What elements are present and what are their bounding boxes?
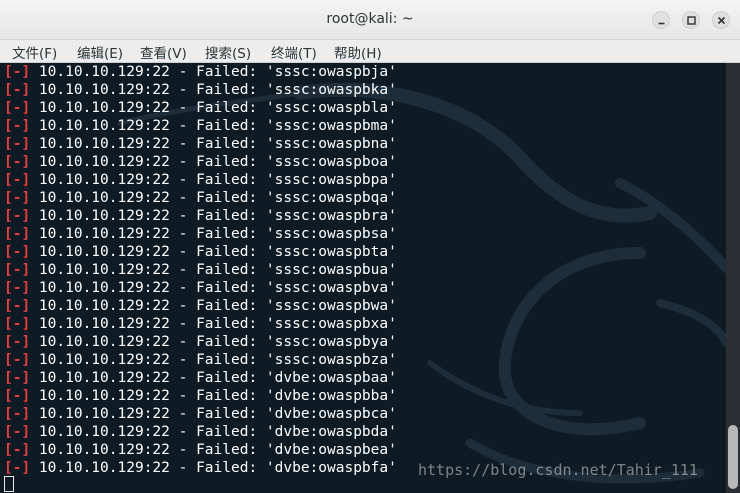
scrollbar-thumb[interactable]: [728, 425, 738, 489]
error-prefix: [-]: [4, 190, 31, 206]
terminal-line: [-] 10.10.10.129:22 - Failed: 'dvbe:owas…: [4, 459, 397, 477]
maximize-icon: [687, 16, 696, 25]
terminal-line: [-] 10.10.10.129:22 - Failed: 'sssc:owas…: [4, 315, 397, 333]
error-prefix: [-]: [4, 460, 31, 476]
terminal-line-text: 10.10.10.129:22 - Failed: 'sssc:owaspbua…: [30, 262, 397, 278]
terminal-line: [-] 10.10.10.129:22 - Failed: 'sssc:owas…: [4, 243, 397, 261]
terminal-output[interactable]: [-] 10.10.10.129:22 - Failed: 'sssc:owas…: [0, 63, 726, 493]
minimize-button[interactable]: [652, 11, 670, 29]
title-bar[interactable]: root@kali: ~: [0, 0, 740, 40]
error-prefix: [-]: [4, 100, 31, 116]
error-prefix: [-]: [4, 334, 31, 350]
terminal-line-text: 10.10.10.129:22 - Failed: 'sssc:owaspbta…: [30, 244, 397, 260]
terminal-cursor: [4, 476, 14, 492]
error-prefix: [-]: [4, 154, 31, 170]
error-prefix: [-]: [4, 118, 31, 134]
error-prefix: [-]: [4, 424, 31, 440]
terminal-line-text: 10.10.10.129:22 - Failed: 'sssc:owaspbla…: [30, 100, 397, 116]
terminal-window: root@kali: ~ 文件(F) 编辑(E) 查看(V) 搜索(S) 终端(…: [0, 0, 740, 493]
terminal-line-text: 10.10.10.129:22 - Failed: 'dvbe:owaspbca…: [30, 406, 397, 422]
window-title: root@kali: ~: [326, 11, 414, 27]
maximize-button[interactable]: [682, 11, 700, 29]
menu-view[interactable]: 查看(V): [140, 42, 187, 62]
terminal-line-text: 10.10.10.129:22 - Failed: 'sssc:owaspbna…: [30, 136, 397, 152]
terminal-line-text: 10.10.10.129:22 - Failed: 'dvbe:owaspbfa…: [30, 460, 397, 476]
terminal-lines: [-] 10.10.10.129:22 - Failed: 'sssc:owas…: [4, 63, 397, 477]
terminal-line: [-] 10.10.10.129:22 - Failed: 'sssc:owas…: [4, 171, 397, 189]
terminal-scrollbar[interactable]: [726, 63, 740, 493]
terminal-line-text: 10.10.10.129:22 - Failed: 'sssc:owaspbza…: [30, 352, 397, 368]
error-prefix: [-]: [4, 64, 31, 80]
error-prefix: [-]: [4, 82, 31, 98]
error-prefix: [-]: [4, 442, 31, 458]
terminal-line-text: 10.10.10.129:22 - Failed: 'sssc:owaspbma…: [30, 118, 397, 134]
terminal-line: [-] 10.10.10.129:22 - Failed: 'sssc:owas…: [4, 333, 397, 351]
terminal-line: [-] 10.10.10.129:22 - Failed: 'dvbe:owas…: [4, 387, 397, 405]
menu-search[interactable]: 搜索(S): [205, 42, 251, 62]
terminal-line-text: 10.10.10.129:22 - Failed: 'sssc:owaspbva…: [30, 280, 397, 296]
watermark-text: https://blog.csdn.net/Tahir_111: [418, 461, 698, 479]
close-button[interactable]: [712, 11, 730, 29]
terminal-line-text: 10.10.10.129:22 - Failed: 'dvbe:owaspbaa…: [30, 370, 397, 386]
terminal-line: [-] 10.10.10.129:22 - Failed: 'sssc:owas…: [4, 261, 397, 279]
terminal-line-text: 10.10.10.129:22 - Failed: 'sssc:owaspbja…: [30, 64, 397, 80]
terminal-line: [-] 10.10.10.129:22 - Failed: 'sssc:owas…: [4, 99, 397, 117]
terminal-line-text: 10.10.10.129:22 - Failed: 'dvbe:owaspbda…: [30, 424, 397, 440]
terminal-line-text: 10.10.10.129:22 - Failed: 'dvbe:owaspbba…: [30, 388, 397, 404]
terminal-line: [-] 10.10.10.129:22 - Failed: 'sssc:owas…: [4, 189, 397, 207]
terminal-line: [-] 10.10.10.129:22 - Failed: 'sssc:owas…: [4, 63, 397, 81]
terminal-line-text: 10.10.10.129:22 - Failed: 'sssc:owaspbsa…: [30, 226, 397, 242]
error-prefix: [-]: [4, 208, 31, 224]
terminal-line-text: 10.10.10.129:22 - Failed: 'sssc:owaspbwa…: [30, 298, 397, 314]
menu-edit[interactable]: 编辑(E): [77, 42, 123, 62]
terminal-line: [-] 10.10.10.129:22 - Failed: 'sssc:owas…: [4, 153, 397, 171]
error-prefix: [-]: [4, 388, 31, 404]
terminal-line-text: 10.10.10.129:22 - Failed: 'sssc:owaspbxa…: [30, 316, 397, 332]
error-prefix: [-]: [4, 136, 31, 152]
terminal-line-text: 10.10.10.129:22 - Failed: 'sssc:owaspbqa…: [30, 190, 397, 206]
terminal-line: [-] 10.10.10.129:22 - Failed: 'sssc:owas…: [4, 117, 397, 135]
terminal-line: [-] 10.10.10.129:22 - Failed: 'sssc:owas…: [4, 81, 397, 99]
menu-terminal[interactable]: 终端(T): [271, 42, 317, 62]
minimize-icon: [658, 22, 665, 25]
error-prefix: [-]: [4, 298, 31, 314]
terminal-line-text: 10.10.10.129:22 - Failed: 'sssc:owaspbka…: [30, 82, 397, 98]
terminal-line-text: 10.10.10.129:22 - Failed: 'dvbe:owaspbea…: [30, 442, 397, 458]
terminal-line: [-] 10.10.10.129:22 - Failed: 'sssc:owas…: [4, 135, 397, 153]
error-prefix: [-]: [4, 262, 31, 278]
close-icon: [717, 16, 726, 25]
terminal-line: [-] 10.10.10.129:22 - Failed: 'dvbe:owas…: [4, 369, 397, 387]
terminal-line: [-] 10.10.10.129:22 - Failed: 'sssc:owas…: [4, 297, 397, 315]
terminal-line-text: 10.10.10.129:22 - Failed: 'sssc:owaspbya…: [30, 334, 397, 350]
terminal-line: [-] 10.10.10.129:22 - Failed: 'dvbe:owas…: [4, 423, 397, 441]
error-prefix: [-]: [4, 352, 31, 368]
menu-bar: 文件(F) 编辑(E) 查看(V) 搜索(S) 终端(T) 帮助(H): [0, 40, 740, 63]
terminal-line: [-] 10.10.10.129:22 - Failed: 'dvbe:owas…: [4, 405, 397, 423]
menu-file[interactable]: 文件(F): [12, 42, 57, 62]
terminal-line-text: 10.10.10.129:22 - Failed: 'sssc:owaspbpa…: [30, 172, 397, 188]
error-prefix: [-]: [4, 226, 31, 242]
error-prefix: [-]: [4, 370, 31, 386]
menu-help[interactable]: 帮助(H): [334, 42, 382, 62]
error-prefix: [-]: [4, 244, 31, 260]
terminal-line-text: 10.10.10.129:22 - Failed: 'sssc:owaspboa…: [30, 154, 397, 170]
error-prefix: [-]: [4, 316, 31, 332]
terminal-line: [-] 10.10.10.129:22 - Failed: 'sssc:owas…: [4, 207, 397, 225]
terminal-line: [-] 10.10.10.129:22 - Failed: 'dvbe:owas…: [4, 441, 397, 459]
error-prefix: [-]: [4, 172, 31, 188]
terminal-line-text: 10.10.10.129:22 - Failed: 'sssc:owaspbra…: [30, 208, 397, 224]
error-prefix: [-]: [4, 280, 31, 296]
error-prefix: [-]: [4, 406, 31, 422]
terminal-line: [-] 10.10.10.129:22 - Failed: 'sssc:owas…: [4, 225, 397, 243]
terminal-line: [-] 10.10.10.129:22 - Failed: 'sssc:owas…: [4, 351, 397, 369]
terminal-line: [-] 10.10.10.129:22 - Failed: 'sssc:owas…: [4, 279, 397, 297]
